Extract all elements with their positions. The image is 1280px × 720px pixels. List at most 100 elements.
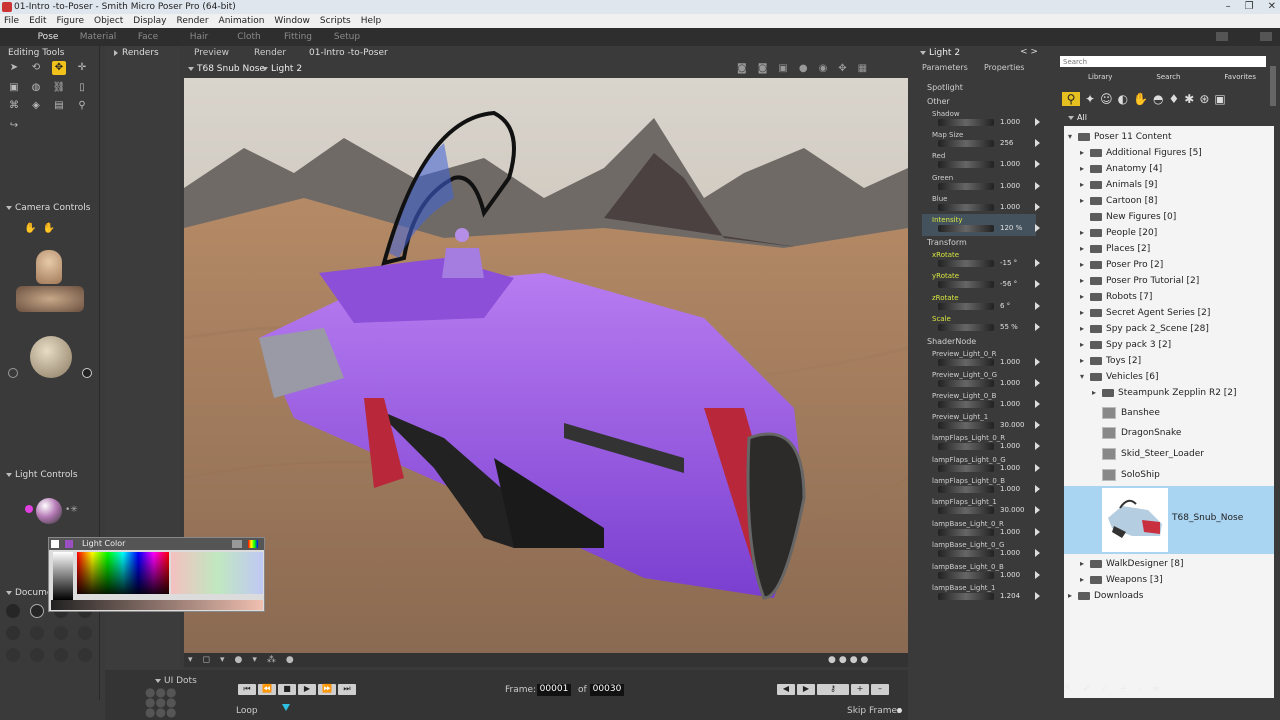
param-menu-arrow-icon[interactable] <box>1035 485 1040 493</box>
library-folder[interactable]: ▸ Anatomy [4] <box>1080 161 1162 177</box>
library-tab[interactable]: Library <box>1088 73 1112 83</box>
skip-frames-label[interactable]: Skip Frames <box>847 706 902 716</box>
library-folder[interactable]: ▸ Poser Pro Tutorial [2] <box>1080 273 1199 289</box>
param-dial[interactable] <box>938 225 994 232</box>
param-value[interactable]: 1.000 <box>1000 203 1030 211</box>
menu-scripts[interactable]: Scripts <box>320 14 351 28</box>
camera-reset-icon[interactable] <box>8 368 18 378</box>
properties-tab[interactable]: Properties <box>984 63 1024 72</box>
param-value[interactable]: 1.000 <box>1000 182 1030 190</box>
figure-select[interactable]: T68 Snub Nose <box>188 64 265 74</box>
rotate-tool-icon[interactable]: ⟲ <box>29 61 43 75</box>
room-layout-icon[interactable] <box>1216 32 1228 41</box>
library-folder[interactable]: ▸ Cartoon [8] <box>1080 193 1157 209</box>
param-value[interactable]: 1.000 <box>1000 442 1030 450</box>
preview-tab[interactable]: Preview <box>194 48 229 58</box>
param-menu-arrow-icon[interactable] <box>1035 528 1040 536</box>
move-tool-icon[interactable]: ✛ <box>75 61 89 75</box>
param-dial[interactable] <box>938 465 994 472</box>
camera-lock-icon[interactable] <box>82 368 92 378</box>
library-folder[interactable]: ▸ Poser Pro [2] <box>1080 257 1163 273</box>
camera-head-icon[interactable] <box>36 250 62 284</box>
param-dial[interactable] <box>938 204 994 211</box>
library-folder[interactable]: ▸ Spy pack 2_Scene [28] <box>1080 321 1209 337</box>
param-dial[interactable] <box>938 324 994 331</box>
translate-tool-icon[interactable]: ✥ <box>52 61 66 75</box>
hair-category-icon[interactable]: ◐ <box>1118 92 1128 106</box>
add-key-button[interactable]: + <box>851 684 869 695</box>
param-value[interactable]: 1.000 <box>1000 528 1030 536</box>
timeline-scrubber[interactable] <box>282 704 290 711</box>
param-value[interactable]: 1.000 <box>1000 464 1030 472</box>
library-folder[interactable]: ▸ Places [2] <box>1080 241 1150 257</box>
param-value[interactable]: 30.000 <box>1000 421 1030 429</box>
library-folder[interactable]: ▸ Secret Agent Series [2] <box>1080 305 1210 321</box>
prev-key-button[interactable]: ◀ <box>777 684 795 695</box>
library-folder[interactable]: ▸ Robots [7] <box>1080 289 1152 305</box>
taper-tool-icon[interactable]: ◍ <box>29 81 43 95</box>
next-frame-button[interactable]: ⏩ <box>318 684 336 695</box>
param-menu-arrow-icon[interactable] <box>1035 400 1040 408</box>
param-value[interactable]: 1.000 <box>1000 571 1030 579</box>
folder-weapons[interactable]: ▸ Weapons [3] <box>1080 572 1163 588</box>
light-globe-icon[interactable] <box>36 498 62 524</box>
play-button[interactable]: ▶ <box>298 684 316 695</box>
viewport-render-icons[interactable]: ◙◙▣●◉✥▦ <box>737 63 878 74</box>
param-value[interactable]: 120 % <box>1000 224 1030 232</box>
go-start-button[interactable]: ⏮ <box>238 684 256 695</box>
folder-downloads[interactable]: ▸ Downloads <box>1068 588 1143 604</box>
color-tool-icon[interactable]: ▯ <box>75 81 89 95</box>
room-tab-hair[interactable]: Hair <box>174 30 224 44</box>
param-dial[interactable] <box>938 183 994 190</box>
param-value[interactable]: 1.000 <box>1000 118 1030 126</box>
library-folder[interactable]: ▸ People [20] <box>1080 225 1157 241</box>
check-multiple-icon[interactable]: ✔ <box>1082 682 1091 696</box>
vehicle-item-soloship[interactable]: SoloShip <box>1102 465 1160 485</box>
library-folder[interactable]: ▾ Vehicles [6] <box>1080 369 1158 385</box>
color-grid-icon[interactable] <box>232 540 242 548</box>
morph-tool-icon[interactable]: ⌘ <box>7 99 21 113</box>
light-color-swatch-icon[interactable] <box>65 540 73 548</box>
menu-file[interactable]: File <box>4 14 19 28</box>
param-value[interactable]: 1.204 <box>1000 592 1030 600</box>
library-folder[interactable]: ▸ Spy pack 3 [2] <box>1080 337 1171 353</box>
close-button[interactable]: ✕ <box>1268 0 1276 14</box>
stop-button[interactable]: ■ <box>278 684 296 695</box>
param-menu-arrow-icon[interactable] <box>1035 160 1040 168</box>
param-menu-arrow-icon[interactable] <box>1035 442 1040 450</box>
param-group-2[interactable]: Transform <box>927 238 967 247</box>
ui-dots-grid[interactable]: ●●● ●●● ●●● <box>145 686 181 718</box>
expressions-category-icon[interactable]: ☺ <box>1100 92 1113 106</box>
param-menu-arrow-icon[interactable] <box>1035 323 1040 331</box>
current-frame-field[interactable]: 00001 <box>537 684 571 696</box>
light-add-icon[interactable]: •✳ <box>65 505 85 519</box>
scale-tool-icon[interactable]: ▣ <box>7 81 21 95</box>
param-dial[interactable] <box>938 572 994 579</box>
preview-quality-icons[interactable]: ●●●● <box>828 655 878 665</box>
view-magnifier-icon[interactable]: ▤ <box>52 99 66 113</box>
param-dial[interactable] <box>938 281 994 288</box>
param-menu-arrow-icon[interactable] <box>1035 571 1040 579</box>
favorite-star-icon[interactable]: ★ <box>1151 682 1161 696</box>
root-folder[interactable]: ▾ Poser 11 Content <box>1068 129 1172 145</box>
param-dial[interactable] <box>938 380 994 387</box>
menu-figure[interactable]: Figure <box>57 14 84 28</box>
param-menu-arrow-icon[interactable] <box>1035 464 1040 472</box>
camera-hands-icon[interactable] <box>16 286 84 312</box>
param-value[interactable]: -15 ° <box>1000 259 1030 267</box>
lights-category-icon[interactable]: ♦ <box>1169 92 1180 106</box>
camera-trackball-icon[interactable] <box>30 336 72 378</box>
room-tab-pose[interactable]: Pose <box>23 30 73 44</box>
light-color-white-icon[interactable] <box>51 540 59 548</box>
param-dial[interactable] <box>938 140 994 147</box>
poses-category-icon[interactable]: ✦ <box>1085 92 1095 106</box>
param-dial[interactable] <box>938 260 994 267</box>
vehicle-subfolder[interactable]: ▸ Steampunk Zepplin R2 [2] <box>1092 385 1237 401</box>
param-menu-arrow-icon[interactable] <box>1035 592 1040 600</box>
selected-vehicle-row[interactable]: T68_Snub_Nose <box>1064 486 1274 554</box>
actor-select[interactable]: Light 2 <box>262 64 302 74</box>
library-folder[interactable]: ▸ Toys [2] <box>1080 353 1141 369</box>
menu-edit[interactable]: Edit <box>29 14 46 28</box>
param-dial[interactable] <box>938 550 994 557</box>
room-tab-face[interactable]: Face <box>123 30 173 44</box>
